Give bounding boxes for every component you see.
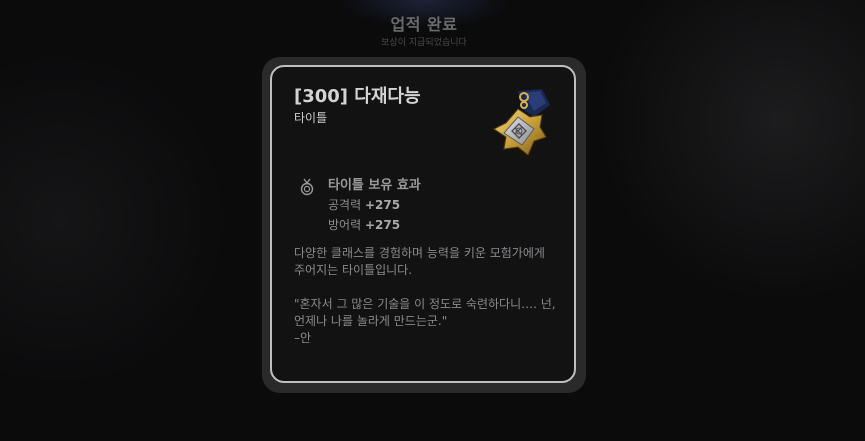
- achievement-complete-title: 업적 완료: [390, 15, 458, 34]
- description-line: 주어지는 타이틀입니다.: [294, 263, 413, 277]
- achievement-screen: 업적 완료 보상이 지급되었습니다 [300] 다재다능 타이틀 타이틀 보유 …: [0, 0, 865, 441]
- stat-attack: 공격력 +275: [328, 196, 400, 214]
- stat-label: 공격력: [328, 198, 362, 212]
- medal-icon: [493, 89, 550, 161]
- stat-value: +275: [364, 218, 401, 232]
- stat-value: +275: [364, 198, 401, 212]
- achievement-header: 업적 완료 보상이 지급되었습니다: [0, 14, 848, 49]
- medal-ribbon-icon: [300, 178, 314, 196]
- quote-author: –안: [294, 331, 312, 345]
- effect-title: 타이틀 보유 효과: [328, 178, 421, 193]
- reward-granted-text: 보상이 지급되었습니다: [381, 38, 467, 48]
- card-type-label: 타이틀: [294, 111, 328, 125]
- stat-label: 방어력: [328, 218, 362, 232]
- stat-defense: 방어력 +275: [328, 216, 400, 234]
- description-line: 다양한 클래스를 경험하며 능력을 키운 모험가에게: [294, 246, 545, 260]
- quote-line: 언제나 나를 놀라게 만드는군.": [294, 314, 448, 328]
- card-title: [300] 다재다능: [294, 86, 421, 107]
- title-reward-card[interactable]: [300] 다재다능 타이틀 타이틀 보유 효과 공격력 +275 방어력 +2…: [270, 65, 576, 383]
- quote-line: "혼자서 그 많은 기술을 이 정도로 숙련하다니…. 넌,: [294, 297, 556, 311]
- title-description: 다양한 클래스를 경험하며 능력을 키운 모험가에게 주어지는 타이틀입니다. …: [294, 245, 564, 347]
